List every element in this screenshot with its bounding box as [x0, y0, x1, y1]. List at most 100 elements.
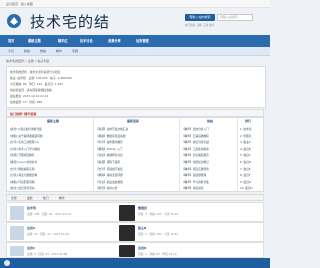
search-button[interactable]: 帮助 | 站内搜索	[185, 14, 215, 21]
hot-bar: 热门推荐: 精华资源	[6, 109, 264, 117]
post-author[interactable]: 会员A	[27, 226, 35, 230]
forum-info: 技术宅的结界 - 技术交流与资源分享社区 版主: 站务组 · 主题: 120,0…	[6, 66, 266, 108]
rank-item[interactable]: 3. 版主A	[240, 139, 262, 146]
nav-item[interactable]: 最新主题	[28, 35, 41, 47]
subnav-item[interactable]: 热帖	[40, 47, 46, 55]
search-hint: 热门搜索: 源码 工具 技术	[185, 24, 215, 27]
topic-link[interactable]: [综合] C语言指针详解合集	[10, 126, 91, 133]
post-author[interactable]: 技术宅	[27, 206, 36, 210]
column-title: 热帖	[207, 119, 214, 123]
info-line: 技术宅的结界 - 技术交流与资源分享社区	[10, 70, 61, 74]
rank-item[interactable]: 10. 会员H	[240, 185, 262, 192]
rank-item[interactable]: 4. 会员B	[240, 146, 262, 153]
topic-panel: 最新主题 最新回复 热帖 排行 [综合] C语言指针详解合集 [求助] 关于编译…	[6, 117, 264, 193]
topic-link[interactable]: 【讨论】职业发展规划	[96, 179, 177, 186]
info-line: 欢迎新会员 · 请先阅读版规后发帖	[10, 88, 52, 92]
topic-link[interactable]: 【精华】学习资料合集	[182, 179, 235, 186]
reply-avatar[interactable]	[119, 225, 135, 241]
topic-link[interactable]: 【精华】安全编程规范	[182, 152, 235, 159]
topic-link[interactable]: 【分享】技术图书推荐	[96, 139, 177, 146]
hot-label[interactable]: 热门推荐: 精华资源	[10, 112, 36, 116]
topic-link[interactable]: 【教程】Python 入门	[96, 146, 177, 153]
topic-link[interactable]: 【讨论】前端框架对比	[96, 152, 177, 159]
tab-hot[interactable]: 热门	[43, 196, 49, 200]
column-title: 最新回复	[127, 119, 140, 123]
reply-avatar[interactable]	[119, 205, 135, 221]
rank-item[interactable]: 7. 会员E	[240, 166, 262, 173]
post-row[interactable]: 会员C 主题: 9 · 回复: 33 · 2017-12-08 会员D 回复: …	[6, 242, 264, 258]
topic-link[interactable]: [讨论] 新手入门学习路线	[10, 146, 91, 153]
post-meta: 主题: 9 · 回复: 33 · 2017-12-08	[27, 252, 68, 256]
topic-link[interactable]: 【精华】面试题整理	[182, 172, 235, 179]
tab-latest[interactable]: 最新	[27, 196, 33, 200]
topic-link[interactable]: 【求助】数据库连接失败	[96, 133, 177, 140]
top-bar: 设为首页 · 加入收藏	[0, 0, 270, 8]
top-links[interactable]: 设为首页 · 加入收藏	[6, 2, 33, 6]
topic-link[interactable]: 【综合】站务公告	[96, 185, 177, 192]
subnav-item[interactable]: 今日	[8, 47, 14, 55]
page: { "topbar": { "left_text": "设为首页 · 加入收藏"…	[0, 0, 270, 268]
topic-link[interactable]: [教程] Linux 常用命令	[10, 159, 91, 166]
tab-featured[interactable]: 精华	[59, 196, 65, 200]
topic-link[interactable]: 【求助】驱动安装问题	[96, 172, 177, 179]
rank-item[interactable]: 1. 技术宅	[240, 126, 262, 133]
rank-item[interactable]: 5. 会员C	[240, 152, 262, 159]
subnav-item[interactable]: 新帖	[24, 47, 30, 55]
nav-item[interactable]: 首页	[8, 35, 14, 47]
topic-link[interactable]: [分享] 网络编程实例	[10, 166, 91, 173]
hot-topics: 【精华】逆向分析入门 【精华】汇编基础教程 【精华】协议分析实战 【精华】工具使…	[182, 126, 235, 192]
rank-item[interactable]: 9. 会员G	[240, 179, 262, 186]
topic-link[interactable]: 【精华】工具使用指南	[182, 146, 235, 153]
avatar[interactable]	[10, 206, 24, 220]
topic-link[interactable]: 【精华】项目实践经验	[182, 166, 235, 173]
circle-icon[interactable]	[4, 260, 10, 266]
topic-link[interactable]: 【精华】性能优化笔记	[182, 159, 235, 166]
reply-author[interactable]: 版主B	[138, 226, 146, 230]
topic-link[interactable]: [讨论] 算法与数据结构	[10, 172, 91, 179]
nav-item[interactable]: 技术讨论	[80, 35, 93, 47]
rank-item[interactable]: 2. 管理员	[240, 133, 262, 140]
nav-item[interactable]: 站务管理	[136, 35, 149, 47]
topic-link[interactable]: 【精华】逆向分析入门	[182, 126, 235, 133]
reply-avatar[interactable]	[119, 245, 135, 257]
avatar[interactable]	[10, 226, 24, 240]
nav-item[interactable]: 资源分享	[108, 35, 121, 47]
subnav-item[interactable]: 精华	[56, 47, 62, 55]
post-row[interactable]: 会员A 主题: 42 · 回复: 17 · 2017-12-09 版主B 回复:…	[6, 222, 264, 242]
topic-link[interactable]: [资源] 开源项目推荐	[10, 152, 91, 159]
subnav-item[interactable]: 专题	[72, 47, 78, 55]
sub-nav: 今日 新帖 热帖 精华 专题	[0, 47, 270, 56]
topic-link[interactable]: 【精华】年度总结	[182, 185, 235, 192]
post-row[interactable]: 技术宅 主题: 128 · 回复: 64 · 2017-12-10 管理员 回复…	[6, 202, 264, 222]
topic-link[interactable]: 【分享】调试技巧总结	[96, 166, 177, 173]
topic-link[interactable]: [分享] 实用工具整理 v2	[10, 139, 91, 146]
topic-link[interactable]: [综合] 每日签到活动	[10, 185, 91, 192]
info-line: 版主: 站务组 · 主题: 120,000 · 帖子: 1,480,000	[10, 76, 72, 80]
search-input[interactable]: 请输入关键字	[217, 14, 253, 21]
reply-author[interactable]: 管理员	[138, 206, 147, 210]
topic-link[interactable]: [求助] 关于编译器报错问题	[10, 133, 91, 140]
site-logo[interactable]: 技术宅的结界	[6, 11, 116, 52]
info-line: 今日发帖: 86 · 昨日: 142 · 最高日: 1,203	[10, 82, 63, 86]
rank-item[interactable]: 8. 会员F	[240, 172, 262, 179]
main-nav: 首页 最新主题 精华区 技术讨论 资源分享 站务管理	[0, 35, 270, 47]
search-area: 帮助 | 站内搜索 请输入关键字 热门搜索: 源码 工具 技术	[185, 14, 253, 27]
post-author[interactable]: 会员C	[27, 246, 35, 250]
nav-item[interactable]: 精华区	[58, 35, 68, 47]
topic-link[interactable]: 【精华】协议分析实战	[182, 139, 235, 146]
breadcrumb[interactable]: 技术宅的结界 » 主题 » 帖子列表	[6, 59, 50, 63]
avatar[interactable]	[10, 246, 24, 256]
topic-link[interactable]: 【精华】汇编基础教程	[182, 133, 235, 140]
reply-author[interactable]: 会员D	[138, 246, 147, 250]
tab-all[interactable]: 全部	[11, 196, 17, 200]
column-title: 排行	[245, 119, 252, 123]
reply-meta: 回复: 3 · 查看: 251 · 今天 20:01	[138, 212, 179, 216]
topic-link[interactable]: 【资源】常用开发文档汇总	[96, 126, 177, 133]
column-divider	[93, 118, 94, 193]
latest-replies: 【资源】常用开发文档汇总 【求助】数据库连接失败 【分享】技术图书推荐 【教程】…	[96, 126, 177, 192]
topic-link[interactable]: [求助] 环境配置问题	[10, 179, 91, 186]
logo-icon	[7, 14, 21, 28]
rank-item[interactable]: 6. 会员D	[240, 159, 262, 166]
topic-link[interactable]: 【资源】源码下载区	[96, 159, 177, 166]
footer-bar	[0, 258, 270, 268]
